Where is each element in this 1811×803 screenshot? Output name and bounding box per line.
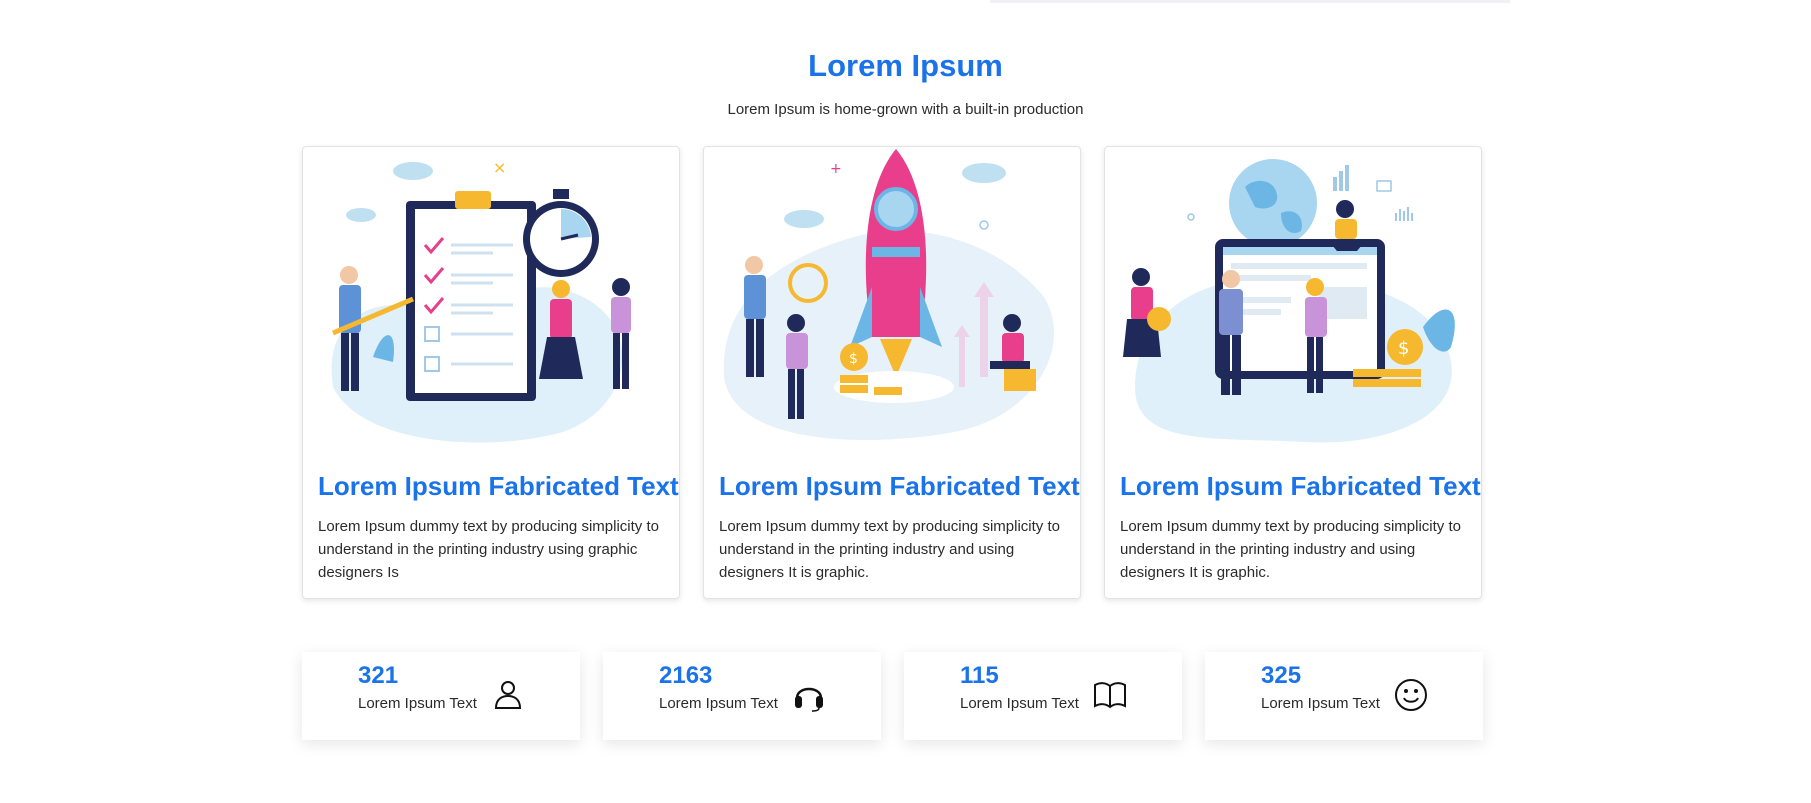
stat-label: Lorem Ipsum Text (1261, 695, 1380, 712)
svg-text:$: $ (1398, 338, 1409, 359)
svg-text:$: $ (849, 351, 858, 367)
card-title: Lorem Ipsum Fabricated Text (1120, 471, 1481, 501)
stat-value: 2163 (659, 662, 713, 689)
stat-label: Lorem Ipsum Text (960, 695, 1079, 712)
card-text: Lorem Ipsum dummy text by producing simp… (318, 518, 659, 581)
headphones-icon (795, 687, 823, 712)
feature-card[interactable]: + $ Lorem Ipsum Fabricated Text Lorem Ip… (703, 146, 1081, 599)
book-icon (1094, 682, 1126, 709)
checklist-stopwatch-illustration: × (331, 158, 631, 443)
section-title: Lorem Ipsum (808, 48, 1003, 83)
card-title: Lorem Ipsum Fabricated Text (719, 471, 1080, 501)
svg-text:×: × (493, 158, 506, 177)
svg-text:+: + (830, 161, 842, 177)
features-section: Lorem Ipsum Lorem Ipsum is home-grown wi… (0, 0, 1811, 803)
card-text: Lorem Ipsum dummy text by producing simp… (719, 518, 1060, 581)
feature-card[interactable]: $ Lorem Ipsum Fabricated Text Lorem Ipsu… (1104, 146, 1482, 599)
stat-value: 321 (358, 662, 399, 689)
section-subtitle: Lorem Ipsum is home-grown with a built-i… (727, 101, 1084, 118)
card-title: Lorem Ipsum Fabricated Text (318, 471, 679, 501)
card-text: Lorem Ipsum dummy text by producing simp… (1120, 518, 1461, 581)
stats-row: 321 Lorem Ipsum Text 2163 Lorem Ipsum Te… (302, 652, 1483, 740)
feature-card[interactable]: × Lorem Ipsum Fabricated Text Lorem Ipsu… (302, 146, 680, 599)
user-icon (494, 681, 522, 709)
stat-card: 115 Lorem Ipsum Text (904, 652, 1182, 740)
stat-card: 325 Lorem Ipsum Text (1205, 652, 1483, 740)
stat-label: Lorem Ipsum Text (358, 695, 477, 712)
stat-card: 321 Lorem Ipsum Text (302, 652, 580, 740)
smiley-icon (1395, 679, 1427, 711)
stat-value: 115 (960, 662, 999, 689)
rocket-launch-illustration: + $ (723, 149, 1054, 440)
stat-value: 325 (1261, 662, 1302, 689)
feature-cards: × Lorem Ipsum Fabricated Text Lorem Ipsu… (302, 146, 1482, 599)
stat-card: 2163 Lorem Ipsum Text (603, 652, 881, 740)
global-dashboard-illustration: $ (1123, 159, 1455, 443)
stat-label: Lorem Ipsum Text (659, 695, 778, 712)
